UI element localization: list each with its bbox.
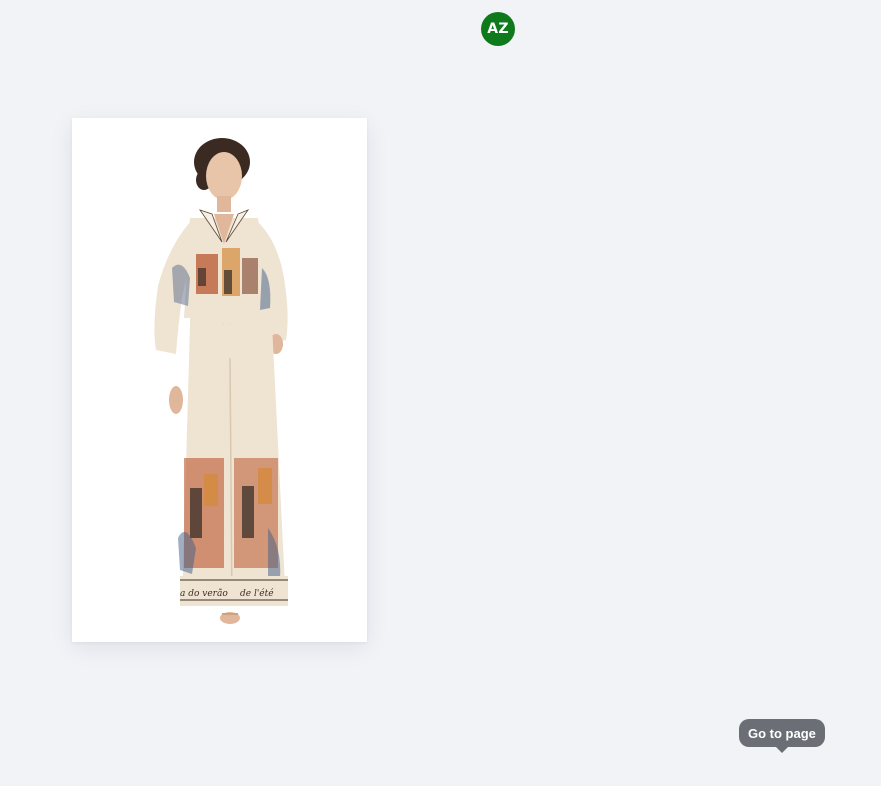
page-thumbnail[interactable]: a do verão de l'été (72, 118, 367, 642)
tooltip-arrow (775, 747, 788, 753)
fashion-model-image: a do verão de l'été (154, 138, 288, 624)
tooltip-label: Go to page (748, 725, 816, 741)
pant-print-text-right: de l'été (240, 588, 274, 599)
go-to-page-tooltip: Go to page (739, 719, 825, 753)
pant-print-text-left: a do verão (180, 588, 228, 599)
user-avatar[interactable]: AZ (481, 12, 515, 46)
